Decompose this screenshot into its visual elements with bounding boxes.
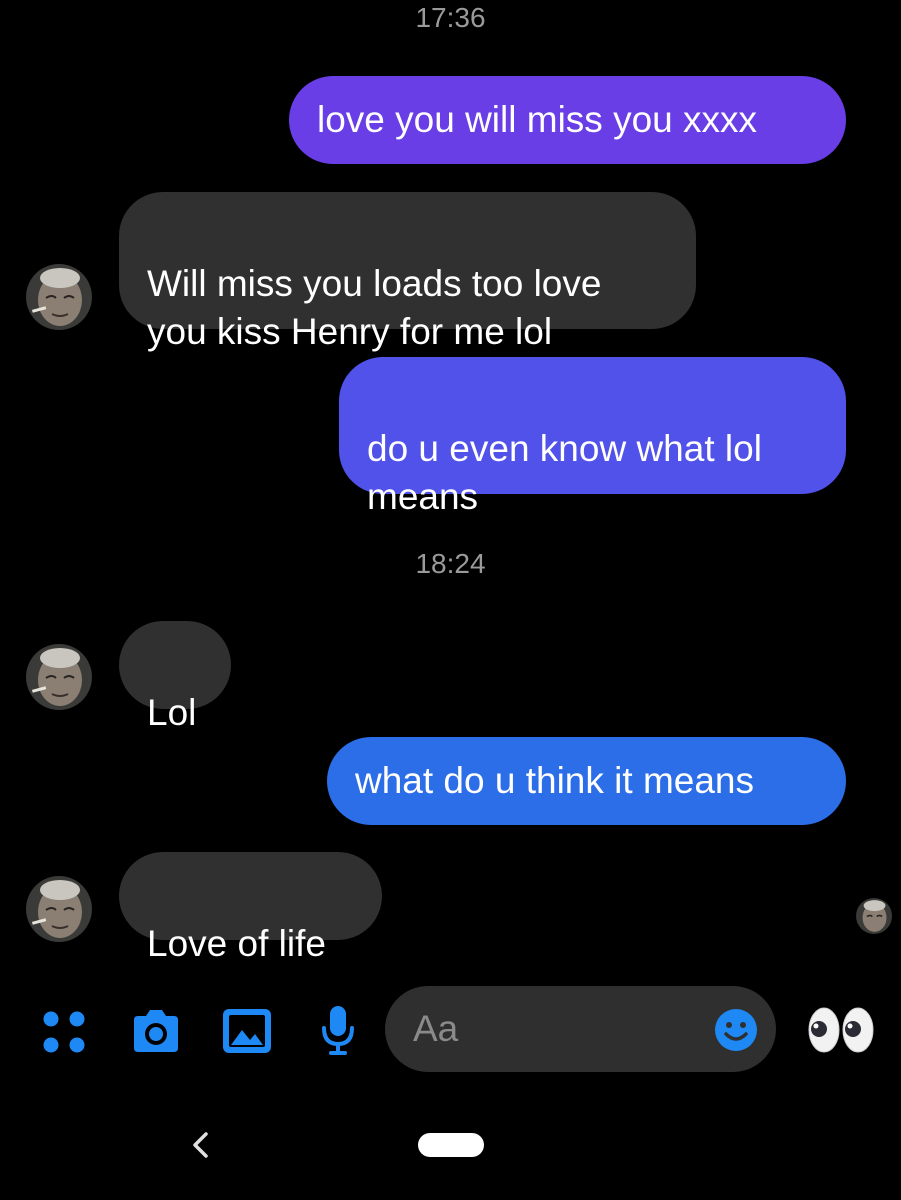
apps-icon[interactable] bbox=[42, 1010, 86, 1054]
home-pill[interactable] bbox=[418, 1133, 484, 1157]
read-receipt-avatar bbox=[856, 898, 892, 934]
timestamp-1736: 17:36 bbox=[415, 2, 486, 33]
messenger-chat-screen: 17:36 18:24 love you will miss you xxxx … bbox=[0, 0, 901, 1200]
message-input[interactable]: Aa bbox=[385, 986, 776, 1072]
message-bubble-outgoing[interactable]: do u even know what lol means bbox=[339, 357, 846, 517]
emoji-icon[interactable] bbox=[714, 1008, 758, 1052]
message-text: do u even know what lol means bbox=[367, 428, 762, 517]
contact-avatar[interactable] bbox=[26, 264, 92, 330]
message-text: Love of life bbox=[147, 923, 326, 964]
contact-avatar[interactable] bbox=[26, 876, 92, 942]
contact-photo bbox=[26, 264, 92, 330]
camera-icon[interactable] bbox=[130, 1008, 182, 1054]
contact-photo bbox=[26, 644, 92, 710]
contact-photo bbox=[856, 898, 892, 934]
message-text: what do u think it means bbox=[355, 760, 754, 801]
contact-photo bbox=[26, 876, 92, 942]
back-icon[interactable] bbox=[188, 1128, 212, 1162]
message-bubble-incoming[interactable]: Will miss you loads too love you kiss He… bbox=[119, 192, 696, 352]
message-bubble-incoming[interactable]: Love of life bbox=[119, 852, 382, 964]
message-bubble-outgoing[interactable]: what do u think it means bbox=[327, 737, 846, 825]
message-text: love you will miss you xxxx bbox=[317, 99, 758, 140]
contact-avatar[interactable] bbox=[26, 644, 92, 710]
message-bubble-incoming[interactable]: Lol bbox=[119, 621, 231, 733]
message-text: Will miss you loads too love you kiss He… bbox=[147, 263, 602, 352]
eyes-emoji-icon[interactable] bbox=[806, 1004, 876, 1056]
microphone-icon[interactable] bbox=[318, 1004, 358, 1058]
message-bubble-outgoing[interactable]: love you will miss you xxxx bbox=[289, 76, 846, 164]
timestamp-1824: 18:24 bbox=[415, 548, 486, 579]
message-input-placeholder: Aa bbox=[413, 1008, 459, 1049]
gallery-icon[interactable] bbox=[222, 1008, 272, 1054]
message-text: Lol bbox=[147, 692, 197, 733]
